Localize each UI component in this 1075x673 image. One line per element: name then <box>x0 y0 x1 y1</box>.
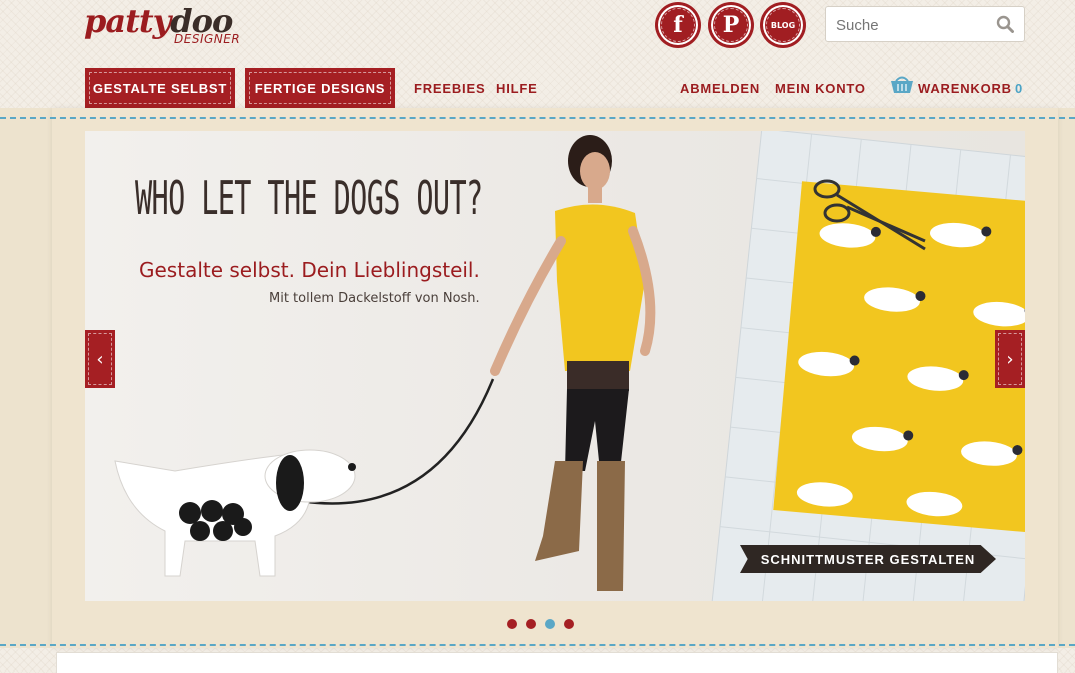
search-input[interactable] <box>834 13 988 37</box>
pinterest-glyph: P <box>722 12 740 38</box>
slide-headline: WHO LET THE DOGS OUT? <box>135 171 483 225</box>
slider-dot-1[interactable] <box>507 619 517 629</box>
content-panel <box>56 652 1058 673</box>
stitch-divider-top <box>0 117 1075 119</box>
cart-count-badge: 0 <box>1015 81 1023 96</box>
tab-fertige-designs[interactable]: FERTIGE DESIGNS <box>245 68 395 108</box>
cart-icon[interactable] <box>890 76 914 96</box>
site-logo[interactable]: pattydoo DESIGNER <box>84 2 244 50</box>
slider-dot-3[interactable] <box>545 619 555 629</box>
abmelden-link[interactable]: ABMELDEN <box>680 81 760 96</box>
tab-gestalte-selbst[interactable]: GESTALTE SELBST <box>85 68 235 108</box>
nav-hilfe-link[interactable]: HILFE <box>496 81 538 96</box>
slider-next-button[interactable]: › <box>995 330 1025 388</box>
cta-label: SCHNITTMUSTER GESTALTEN <box>760 551 976 567</box>
slide-caption: Mit tollem Dackelstoff von Nosh. <box>269 291 480 306</box>
chevron-right-icon: › <box>998 333 1022 385</box>
slide-subline: Gestalte selbst. Dein Lieblingsteil. <box>139 258 480 282</box>
tab-fertige-label: FERTIGE DESIGNS <box>254 80 386 96</box>
stitch-divider-bottom <box>0 644 1075 646</box>
tab-gestalte-label: GESTALTE SELBST <box>92 80 228 96</box>
search-box <box>825 6 1025 42</box>
slider-prev-button[interactable]: ‹ <box>85 330 115 388</box>
facebook-icon[interactable]: f <box>658 5 698 45</box>
blog-icon[interactable]: BLOG <box>763 5 803 45</box>
mein-konto-link[interactable]: MEIN KONTO <box>775 81 866 96</box>
blog-glyph: BLOG <box>770 20 796 30</box>
warenkorb-link[interactable]: WARENKORB <box>918 81 1012 96</box>
slider-dot-4[interactable] <box>564 619 574 629</box>
pinterest-icon[interactable]: P <box>711 5 751 45</box>
facebook-glyph: f <box>673 12 683 38</box>
logo-subtitle: DESIGNER <box>174 32 241 46</box>
nav-freebies-link[interactable]: FREEBIES <box>414 81 485 96</box>
chevron-left-icon: ‹ <box>88 333 112 385</box>
schnittmuster-gestalten-button[interactable]: SCHNITTMUSTER GESTALTEN <box>740 545 996 573</box>
hero-slide[interactable]: WHO LET THE DOGS OUT? Gestalte selbst. D… <box>85 131 1025 601</box>
logo-part1: patty <box>84 2 171 40</box>
model-figure <box>490 135 656 591</box>
site-header: pattydoo DESIGNER f P BLOG GESTALTE SELB… <box>0 0 1075 108</box>
dachshund-illustration <box>114 449 356 577</box>
search-icon[interactable] <box>996 15 1014 33</box>
slider-dot-2[interactable] <box>526 619 536 629</box>
